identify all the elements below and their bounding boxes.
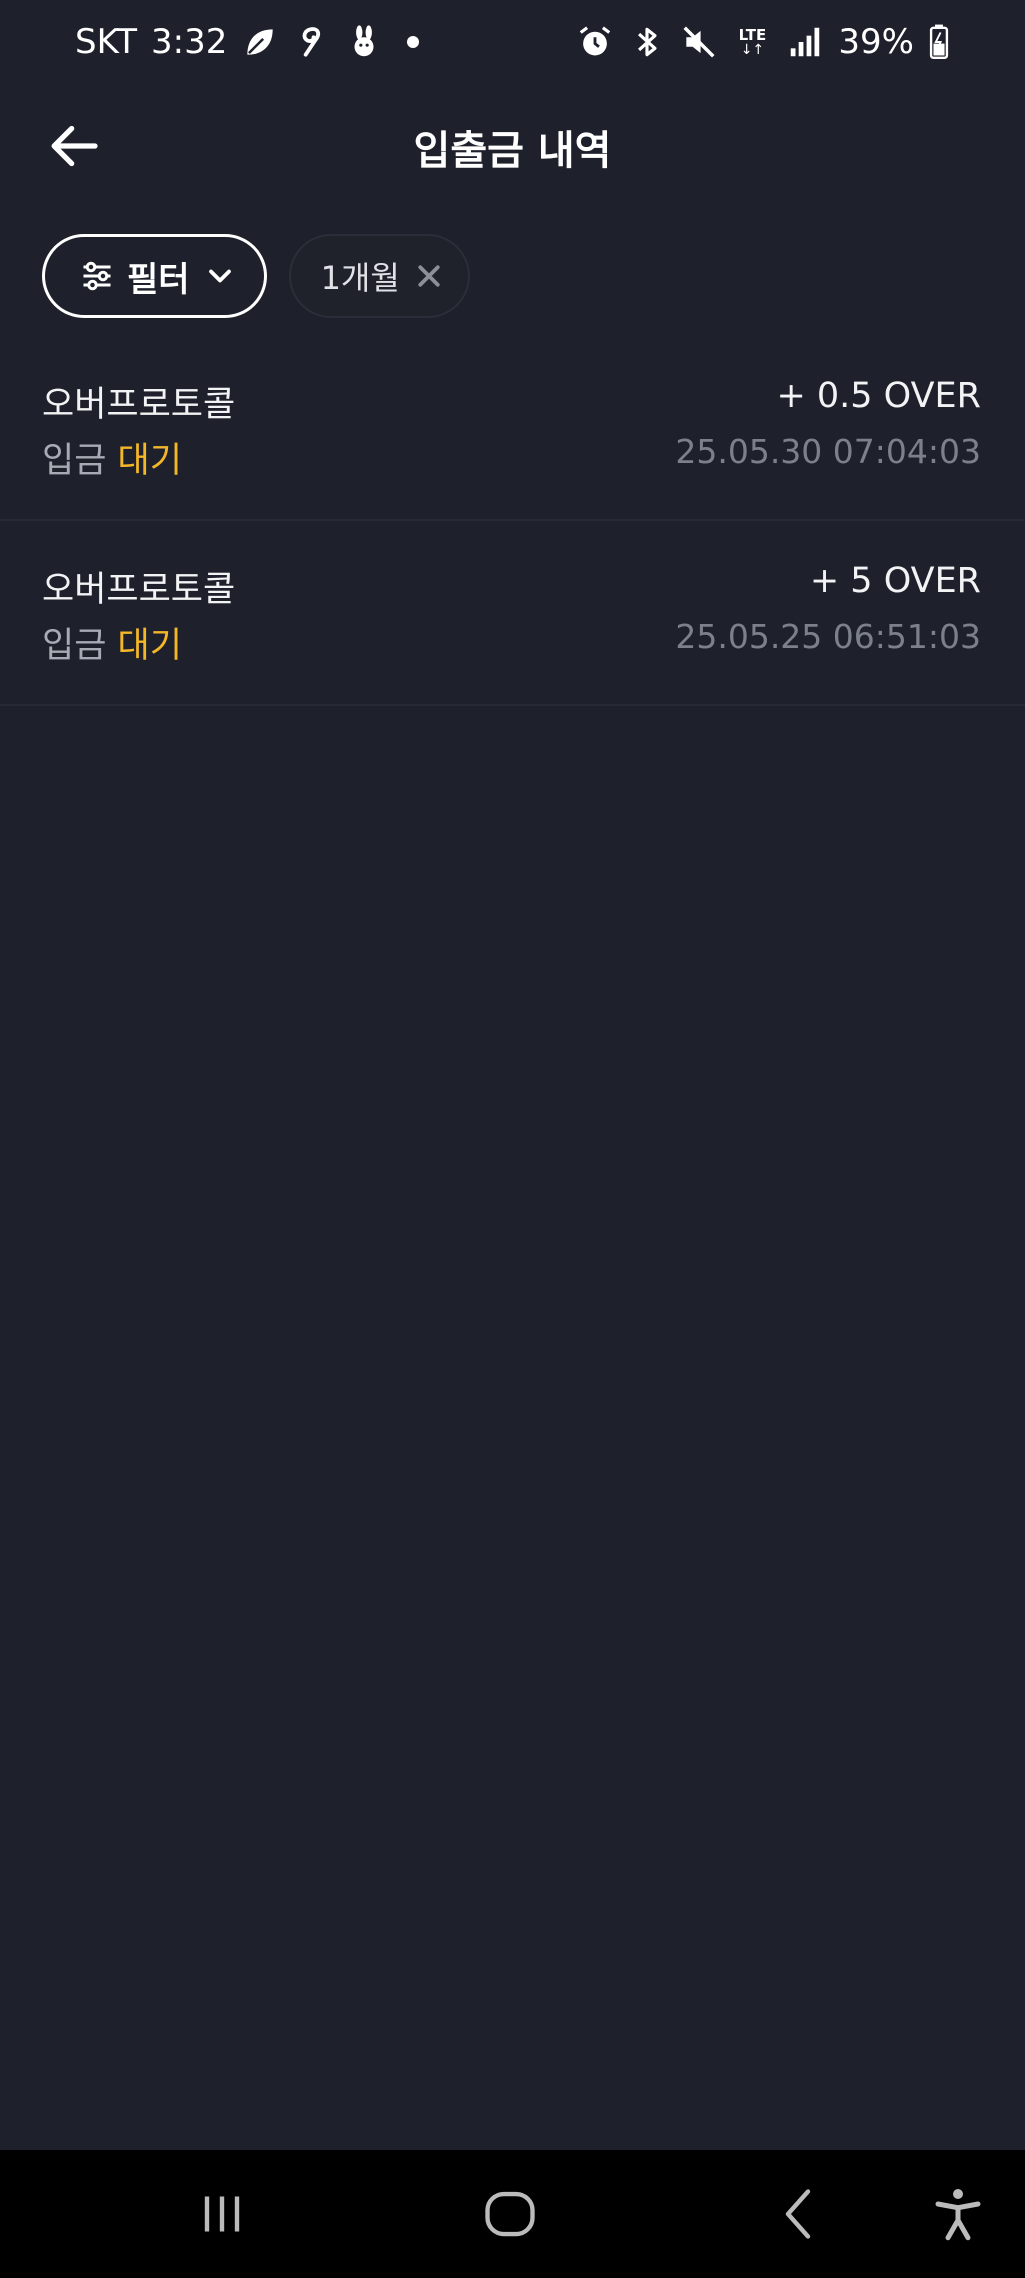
pending-status: 대기 [117, 441, 182, 481]
period-chip-label: 1개월 [320, 259, 400, 297]
chevron-down-icon [202, 258, 238, 294]
swirl-icon [293, 23, 331, 61]
transaction-name: 오버프로토콜 [42, 385, 236, 425]
transaction-row[interactable]: 오버프로토콜 입금 대기 + 0.5 OVER 25.05.30 07:04:0… [0, 336, 1025, 521]
filter-bar: 필터 1개월 [42, 234, 470, 318]
pending-status: 대기 [117, 626, 182, 666]
alarm-icon [576, 23, 614, 61]
bluetooth-icon [628, 23, 666, 61]
dot-icon [407, 36, 420, 48]
transaction-type: 입금 [42, 441, 107, 481]
lte-icon: LTE ↓↑ [738, 26, 767, 58]
transaction-type: 입금 [42, 626, 107, 666]
header: 입출금 내역 [0, 100, 1025, 190]
transaction-status: 입금 대기 [42, 432, 182, 483]
transaction-list: 오버프로토콜 입금 대기 + 0.5 OVER 25.05.30 07:04:0… [0, 336, 1025, 706]
signal-icon [786, 23, 824, 61]
home-icon[interactable] [480, 2184, 540, 2244]
page-title: 입출금 내역 [413, 128, 612, 174]
sliders-icon [79, 258, 115, 294]
transaction-datetime: 25.05.25 06:51:03 [675, 617, 981, 656]
network-label: LTE [738, 26, 767, 44]
battery-percent: 39% [838, 22, 914, 62]
transaction-status: 입금 대기 [42, 617, 182, 668]
battery-icon [928, 23, 950, 61]
mute-icon [680, 23, 718, 61]
rabbit-icon [345, 23, 383, 61]
accessibility-icon[interactable] [928, 2184, 988, 2244]
transaction-datetime: 25.05.30 07:04:03 [675, 432, 981, 471]
status-bar: SKT 3:32 LTE ↓↑ 39% [0, 0, 1025, 84]
recent-apps-icon[interactable] [192, 2184, 252, 2244]
close-icon[interactable] [414, 261, 444, 291]
clock-label: 3:32 [151, 22, 228, 62]
filter-button[interactable]: 필터 [42, 234, 267, 318]
leaf-icon [241, 23, 279, 61]
transaction-name: 오버프로토콜 [42, 570, 236, 610]
transaction-amount: + 5 OVER [809, 561, 981, 601]
status-right: LTE ↓↑ 39% [576, 22, 950, 62]
transaction-amount: + 0.5 OVER [776, 376, 981, 416]
back-icon[interactable] [768, 2184, 828, 2244]
transaction-row[interactable]: 오버프로토콜 입금 대기 + 5 OVER 25.05.25 06:51:03 [0, 521, 1025, 706]
carrier-label: SKT [75, 22, 138, 62]
filter-label: 필터 [127, 259, 190, 300]
status-left: SKT 3:32 [75, 22, 420, 62]
period-chip[interactable]: 1개월 [288, 234, 470, 318]
system-nav-bar [0, 2150, 1025, 2278]
